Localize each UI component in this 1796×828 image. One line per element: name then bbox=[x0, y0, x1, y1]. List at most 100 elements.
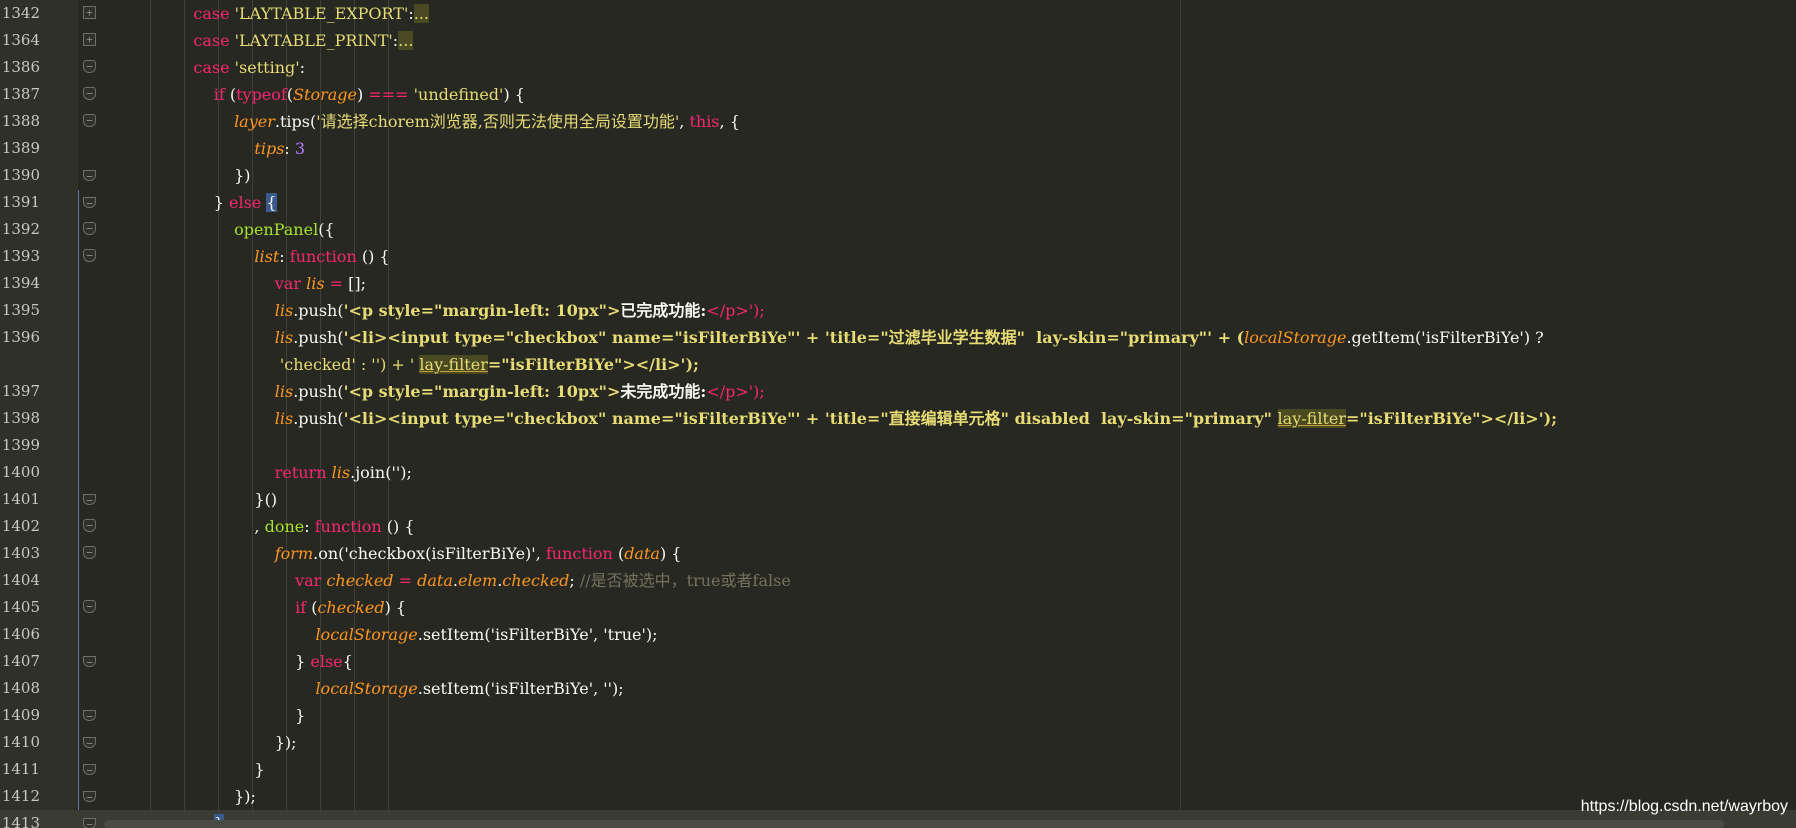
fold-collapse-icon[interactable]: − bbox=[83, 222, 96, 235]
code-line[interactable]: 1396 lis.push('<li><input type="checkbox… bbox=[0, 324, 1796, 378]
fold-collapse-icon[interactable]: − bbox=[83, 764, 96, 776]
token-keyword-function: function bbox=[289, 247, 357, 266]
code-line[interactable]: 1400 return lis.join(''); bbox=[0, 459, 1796, 486]
code-line[interactable]: 1389 tips: 3 bbox=[0, 135, 1796, 162]
fold-collapse-icon[interactable]: − bbox=[83, 170, 96, 182]
line-number: 1396 bbox=[1, 328, 40, 346]
token-comment: //是否被选中，true或者false bbox=[579, 571, 791, 590]
code-line[interactable]: 1390 − }) bbox=[0, 162, 1796, 189]
indent-guide bbox=[354, 729, 355, 756]
code-line[interactable]: 1403 − form.on('checkbox(isFilterBiYe)', … bbox=[0, 540, 1796, 567]
fold-collapse-icon[interactable]: − bbox=[83, 494, 96, 506]
code-line[interactable]: 1386 − case 'setting': bbox=[0, 54, 1796, 81]
code-text: case 'setting': bbox=[112, 54, 305, 81]
code-text: localStorage.setItem('isFilterBiYe', '')… bbox=[112, 675, 623, 702]
code-lines[interactable]: 1342 + case 'LAYTABLE_EXPORT':... 1364 + ca… bbox=[0, 0, 1796, 828]
code-line[interactable]: 1402 − , done: function () { bbox=[0, 513, 1796, 540]
fold-collapse-icon[interactable]: − bbox=[83, 818, 96, 828]
indent-guide bbox=[320, 783, 321, 810]
fold-collapse-icon[interactable]: − bbox=[83, 249, 96, 262]
line-number: 1406 bbox=[1, 625, 40, 643]
token-identifier: checked bbox=[317, 598, 385, 617]
line-number: 1388 bbox=[1, 112, 40, 130]
indent-guide bbox=[388, 783, 389, 810]
code-line[interactable]: 1410 − }); bbox=[0, 729, 1796, 756]
code-text: }); bbox=[112, 783, 256, 810]
line-number: 1390 bbox=[1, 166, 40, 184]
code-line[interactable]: 1364 + case 'LAYTABLE_PRINT':... bbox=[0, 27, 1796, 54]
token-string: '<p style="margin-left: 10px"> bbox=[343, 382, 621, 401]
code-line[interactable]: 1401 − }() bbox=[0, 486, 1796, 513]
fold-collapse-icon[interactable]: − bbox=[83, 519, 96, 532]
token-identifier: localStorage bbox=[1244, 328, 1347, 347]
code-line[interactable]: 1393 − list: function () { bbox=[0, 243, 1796, 270]
fold-collapse-icon[interactable]: − bbox=[83, 737, 96, 749]
line-number: 1392 bbox=[1, 220, 40, 238]
token-property: done bbox=[264, 517, 305, 536]
fold-collapse-icon[interactable]: − bbox=[83, 546, 96, 559]
code-line[interactable]: 1405 − if (checked) { bbox=[0, 594, 1796, 621]
fold-collapse-icon[interactable]: − bbox=[83, 197, 96, 209]
token-punctuation: ) { bbox=[659, 544, 682, 563]
indent-guide bbox=[388, 648, 389, 675]
token-string: ="isFilterBiYe"></li>'); bbox=[1345, 409, 1558, 428]
token-string: ="isFilterBiYe"></li>'); bbox=[487, 355, 699, 374]
code-line[interactable]: 1407 − } else{ bbox=[0, 648, 1796, 675]
fold-collapse-icon[interactable]: − bbox=[83, 656, 96, 668]
token-punctuation: ( bbox=[306, 598, 318, 617]
code-line[interactable]: 1388 − layer.tips('请选择chorem浏览器,否则无法使用全局设… bbox=[0, 108, 1796, 135]
code-line[interactable]: 1406 localStorage.setItem('isFilterBiYe'… bbox=[0, 621, 1796, 648]
line-number: 1389 bbox=[1, 139, 40, 157]
indent-guide bbox=[218, 432, 219, 459]
fold-collapse-icon[interactable]: − bbox=[83, 710, 96, 722]
fold-expand-icon[interactable]: + bbox=[83, 6, 96, 19]
token-punctuation: } bbox=[295, 706, 306, 725]
code-line[interactable]: 1387− if (typeof(Storage) === 'undefined… bbox=[0, 81, 1796, 108]
code-line[interactable]: 1397 lis.push('<p style="margin-left: 10… bbox=[0, 378, 1796, 405]
code-line[interactable]: 1392 − openPanel({ bbox=[0, 216, 1796, 243]
code-line[interactable]: 1409 − } bbox=[0, 702, 1796, 729]
fold-collapse-icon[interactable]: − bbox=[83, 60, 96, 73]
token-keyword-if: if bbox=[295, 598, 307, 617]
code-line[interactable]: 1395 lis.push('<p style="margin-left: 10… bbox=[0, 297, 1796, 324]
code-line[interactable]: 1411 − } bbox=[0, 756, 1796, 783]
fold-expand-icon[interactable]: + bbox=[83, 33, 96, 46]
code-line[interactable]: 1399 bbox=[0, 432, 1796, 459]
indent-guide bbox=[320, 756, 321, 783]
code-line[interactable]: 1404 var checked = data.elem.checked; //… bbox=[0, 567, 1796, 594]
token-punctuation: () { bbox=[356, 247, 390, 266]
token-punctuation: }); bbox=[274, 733, 297, 752]
code-editor[interactable]: 1342 + case 'LAYTABLE_EXPORT':... 1364 + ca… bbox=[0, 0, 1796, 828]
token-string: '<li><input type="checkbox" name="isFilt… bbox=[343, 409, 830, 428]
line-number: 1409 bbox=[1, 706, 40, 724]
horizontal-scrollbar[interactable] bbox=[104, 820, 1724, 828]
token-punctuation: ) { bbox=[384, 598, 407, 617]
fold-collapse-icon[interactable]: − bbox=[83, 791, 96, 803]
token-punctuation: : bbox=[279, 247, 290, 266]
code-line[interactable]: 1394 var lis = []; bbox=[0, 270, 1796, 297]
token-attribute: lay-filter bbox=[419, 355, 488, 374]
code-line[interactable]: 1398 lis.push('<li><input type="checkbox… bbox=[0, 405, 1796, 432]
token-punctuation: ) { bbox=[503, 85, 525, 104]
code-line[interactable]: 1412 − }); bbox=[0, 783, 1796, 810]
fold-collapse-icon[interactable]: − bbox=[83, 114, 96, 127]
code-line[interactable]: 1342 + case 'LAYTABLE_EXPORT':... bbox=[0, 0, 1796, 27]
fold-collapse-icon[interactable]: − bbox=[83, 87, 96, 100]
token-punctuation: ({ bbox=[318, 220, 335, 239]
token-string: 'setting' bbox=[234, 58, 300, 77]
line-number: 1408 bbox=[1, 679, 40, 697]
token-operator: = bbox=[398, 571, 413, 590]
code-line[interactable]: 1408 localStorage.setItem('isFilterBiYe'… bbox=[0, 675, 1796, 702]
token-method: .push( bbox=[293, 409, 344, 428]
code-line[interactable]: 1391 − } else { bbox=[0, 189, 1796, 216]
line-number: 1412 bbox=[1, 787, 40, 805]
token-identifier: lis bbox=[306, 274, 325, 293]
fold-collapse-icon[interactable]: − bbox=[83, 600, 96, 613]
